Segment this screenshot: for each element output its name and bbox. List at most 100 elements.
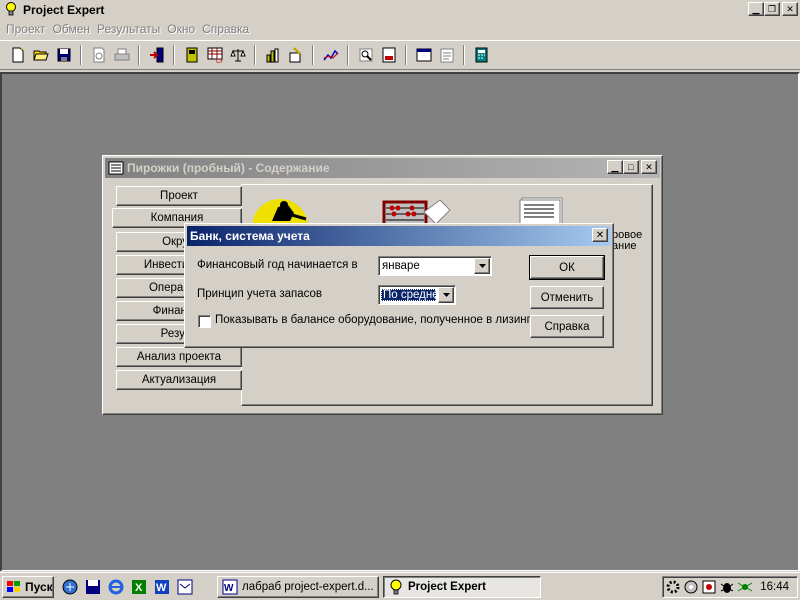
minimize-button[interactable]: ▁	[748, 2, 764, 16]
gear-icon[interactable]	[665, 579, 681, 595]
calendar-button[interactable]	[180, 44, 203, 66]
chart-edit-icon	[289, 47, 301, 63]
print-button[interactable]	[110, 44, 133, 66]
toolbar: CF	[0, 40, 800, 70]
content-window-title-bar: Пирожки (пробный) - Содержание	[105, 158, 660, 178]
content-window-title: Пирожки (пробный) - Содержание	[127, 161, 330, 175]
task-word-document[interactable]: W лабраб project-expert.d...	[217, 576, 379, 598]
bar-chart-button[interactable]	[261, 44, 284, 66]
bank-accounting-dialog: Банк, система учета ✕ Финансовый год нач…	[184, 223, 614, 348]
svg-text:CF: CF	[216, 59, 223, 63]
minimize-icon: ▁	[611, 161, 619, 172]
menu-bar: Проект Обмен Результаты Окно Справка	[0, 19, 800, 38]
print-preview-button[interactable]	[87, 44, 110, 66]
tab-project-analysis[interactable]: Анализ проекта	[116, 347, 242, 367]
restore-icon: ❐	[767, 3, 777, 14]
clock: 16:44	[760, 581, 789, 593]
document-icon[interactable]	[518, 196, 568, 226]
close-icon: ✕	[595, 229, 605, 241]
menu-window[interactable]: Окно	[165, 22, 200, 36]
menu-exchange[interactable]: Обмен	[51, 22, 96, 36]
leasing-checkbox-label[interactable]: Показывать в балансе оборудование, получ…	[215, 314, 531, 326]
exit-button[interactable]	[145, 44, 168, 66]
dialog-title: Банк, система учета	[190, 229, 310, 243]
clipboard-button[interactable]	[435, 44, 458, 66]
save-icon	[57, 48, 70, 62]
calculator-button[interactable]	[470, 44, 493, 66]
floppy-icon[interactable]	[84, 578, 102, 596]
lightbulb-icon	[3, 2, 19, 18]
tab-project[interactable]: Проект	[116, 186, 242, 206]
leasing-checkbox[interactable]	[198, 315, 211, 328]
balance-button[interactable]	[226, 44, 249, 66]
inventory-principle-label: Принцип учета запасов	[197, 288, 323, 300]
close-icon: ✕	[786, 3, 794, 14]
menu-help[interactable]: Справка	[200, 22, 254, 36]
close-icon: ✕	[645, 161, 653, 172]
minimize-icon: ▁	[752, 3, 760, 14]
help-button[interactable]: Справка	[530, 315, 604, 338]
analysis-button[interactable]	[354, 44, 377, 66]
save-button[interactable]	[52, 44, 75, 66]
menu-results[interactable]: Результаты	[95, 22, 165, 36]
calculator-icon	[475, 47, 487, 63]
fiscal-year-select[interactable]: январе	[378, 256, 492, 276]
inventory-principle-select[interactable]: По средне	[378, 285, 456, 305]
excel-icon[interactable]: X	[130, 578, 148, 596]
open-button[interactable]	[29, 44, 52, 66]
chevron-down-icon[interactable]	[474, 258, 490, 274]
cashflow-table-icon: CF	[207, 47, 223, 63]
close-button[interactable]: ✕	[782, 2, 798, 16]
open-folder-icon	[32, 50, 49, 61]
window-icon	[416, 48, 431, 62]
table-of-contents-icon	[108, 161, 124, 175]
chart-edit-button[interactable]	[284, 44, 307, 66]
new-file-button[interactable]	[6, 44, 29, 66]
svg-text:X: X	[135, 582, 143, 594]
content-maximize-button[interactable]: □	[623, 160, 639, 174]
start-label: Пуск	[25, 580, 53, 594]
bar-chart-icon	[266, 48, 278, 63]
menu-project[interactable]: Проект	[4, 22, 51, 36]
analysis-icon	[359, 48, 372, 62]
disk-icon[interactable]	[683, 579, 699, 595]
tab-actualization[interactable]: Актуализация	[116, 370, 242, 390]
browser-icon[interactable]	[61, 578, 79, 596]
line-chart-icon	[322, 49, 339, 61]
fiscal-year-label: Финансовый год начинается в	[197, 259, 358, 271]
dialog-close-button[interactable]: ✕	[592, 228, 608, 242]
task-project-expert[interactable]: Project Expert	[383, 576, 541, 598]
word-icon[interactable]: W	[153, 578, 171, 596]
taskbar: Пуск X W W лабраб project-expert.d... Pr…	[0, 572, 800, 600]
report-button[interactable]	[377, 44, 400, 66]
content-close-button[interactable]: ✕	[641, 160, 657, 174]
outlook-icon[interactable]	[176, 578, 194, 596]
balance-scale-icon	[229, 49, 246, 62]
media-player-icon[interactable]	[701, 579, 717, 595]
cancel-button[interactable]: Отменить	[530, 286, 604, 309]
document-label-line2: ание	[612, 240, 637, 252]
clipboard-icon	[440, 48, 453, 63]
internet-explorer-icon[interactable]	[107, 578, 125, 596]
svg-text:W: W	[156, 582, 167, 594]
spider-icon[interactable]	[737, 579, 753, 595]
dialog-title-bar: Банк, система учета	[187, 226, 611, 246]
new-file-icon	[12, 47, 23, 63]
inventory-principle-value: По средне	[381, 289, 436, 301]
print-preview-icon	[93, 47, 104, 63]
bug-icon[interactable]	[719, 579, 735, 595]
content-minimize-button[interactable]: ▁	[607, 160, 623, 174]
chevron-down-icon[interactable]	[438, 287, 454, 303]
line-chart-button[interactable]	[319, 44, 342, 66]
report-icon	[382, 47, 395, 63]
print-icon	[114, 48, 129, 61]
app-title: Project Expert	[23, 2, 105, 17]
exit-icon	[149, 47, 163, 63]
cashflow-button[interactable]: CF	[203, 44, 226, 66]
ok-button[interactable]: ОК	[529, 255, 605, 280]
windows-logo-icon	[7, 581, 20, 592]
window-button[interactable]	[412, 44, 435, 66]
start-button[interactable]: Пуск	[2, 576, 54, 598]
restore-button[interactable]: ❐	[764, 2, 780, 16]
fiscal-year-value: январе	[382, 260, 420, 272]
